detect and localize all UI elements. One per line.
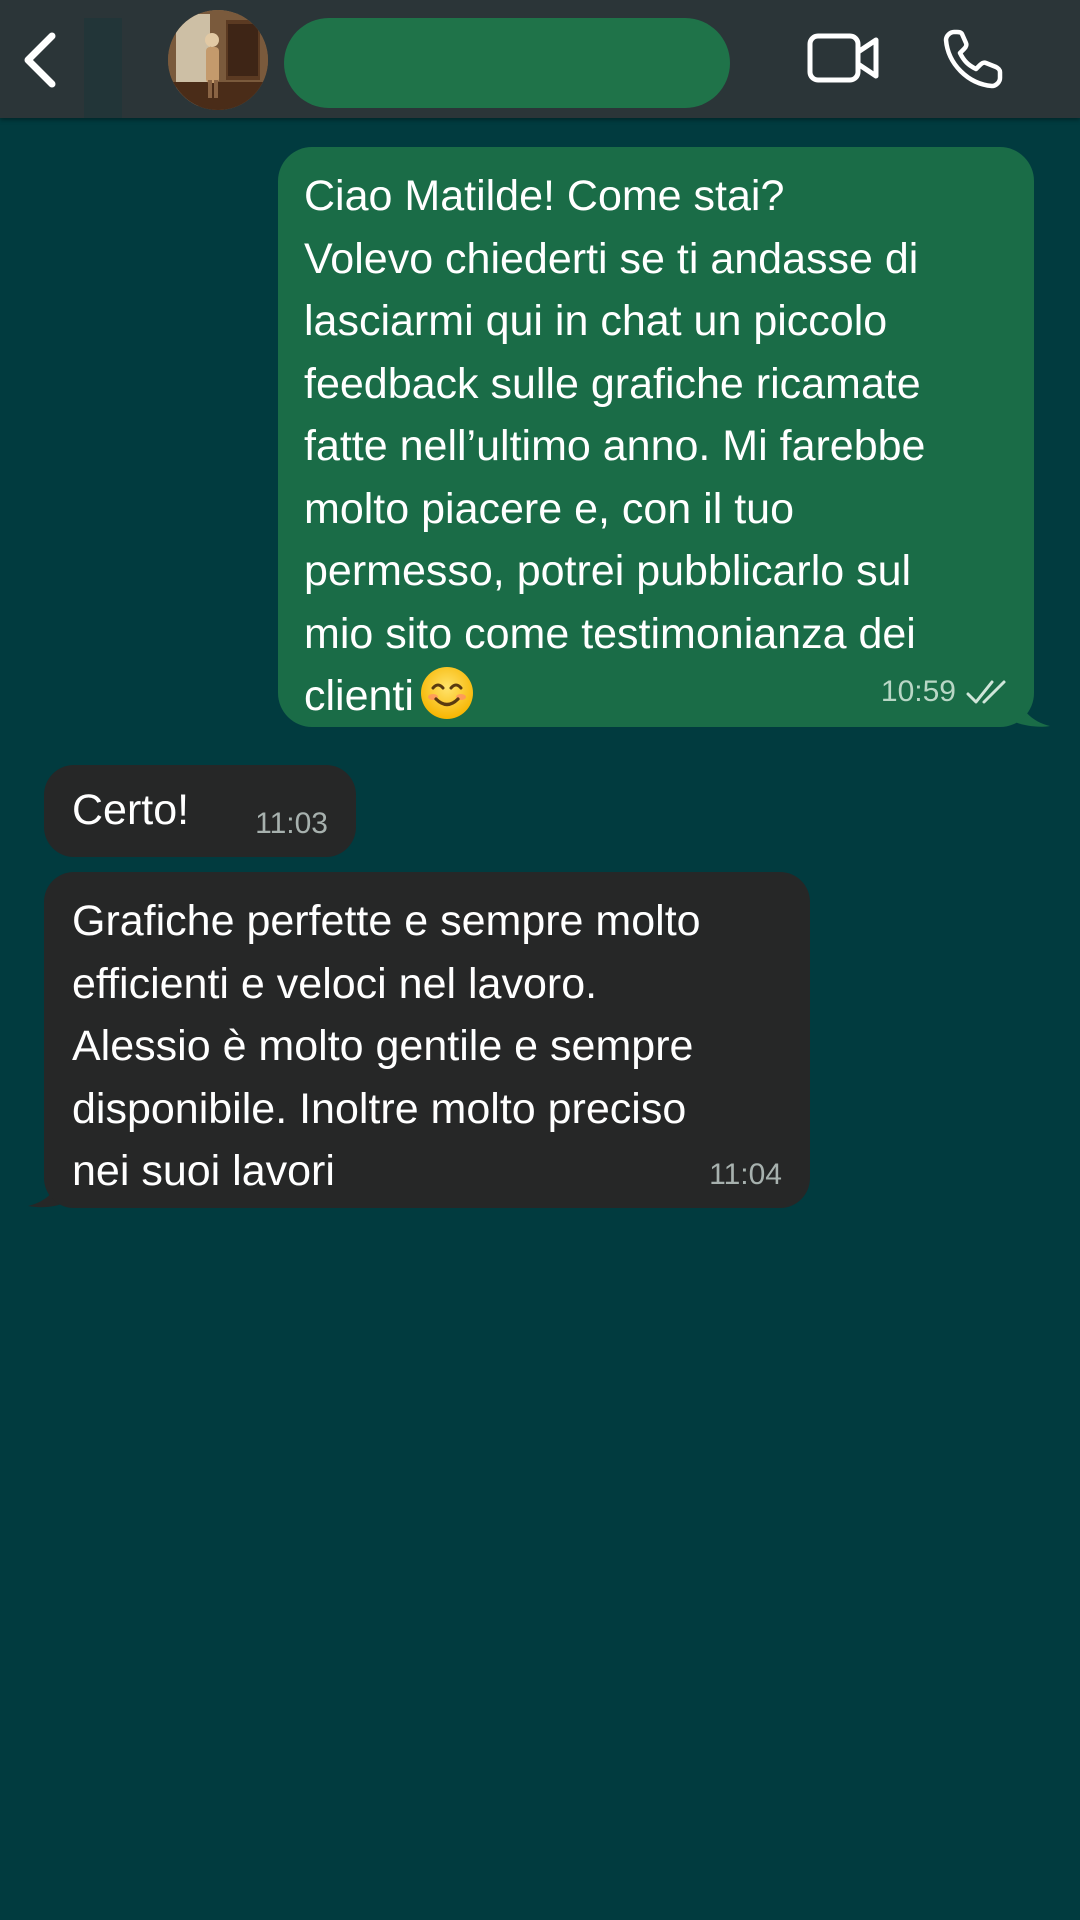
message-text: Certo!: [72, 786, 190, 834]
message-time: 10:59: [880, 675, 956, 708]
contact-name-redacted[interactable]: [284, 18, 730, 108]
chevron-left-icon: [24, 32, 56, 88]
smiling-face-icon: [420, 667, 473, 719]
chat-header: [0, 0, 1080, 118]
back-button[interactable]: [18, 30, 62, 90]
contact-avatar-photo: [168, 10, 268, 110]
header-divider: [84, 18, 122, 118]
incoming-message[interactable]: Grafiche perfette e sempre molto efficie…: [44, 872, 810, 1208]
message-time: 11:03: [255, 807, 328, 840]
message-text: Grafiche perfette e sempre molto efficie…: [72, 897, 701, 1195]
outgoing-message[interactable]: Ciao Matilde! Come stai? Volevo chiedert…: [278, 147, 1034, 727]
message-time: 11:04: [709, 1158, 782, 1191]
incoming-message[interactable]: Certo! 11:03: [44, 765, 356, 857]
video-camera-icon: [807, 33, 879, 83]
video-call-button[interactable]: [806, 30, 882, 86]
voice-call-button[interactable]: [940, 26, 1008, 92]
phone-icon: [943, 29, 1003, 89]
avatar[interactable]: [168, 10, 268, 110]
double-check-icon: [966, 680, 1006, 704]
message-text: Ciao Matilde! Come stai? Volevo chiedert…: [304, 172, 926, 720]
